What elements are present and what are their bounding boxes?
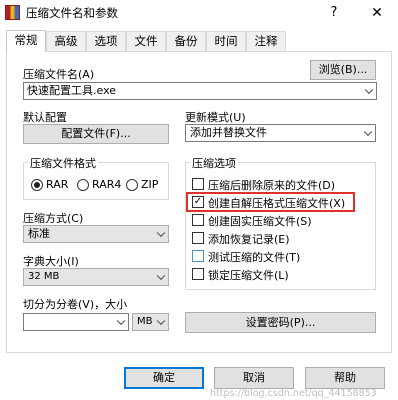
tab-time[interactable]: 时间 [206,31,246,51]
title-bar: 压缩文件名和参数 ? ✕ [0,0,398,26]
archive-format-title: 压缩文件格式 [28,155,98,171]
option-recovery-record-label: 添加恢复记录(E) [208,233,290,246]
update-mode-select[interactable]: 添加并替换文件 [185,124,376,142]
checkbox-icon [192,178,204,190]
option-create-sfx-label: 创建自解压格式压缩文件(X) [208,197,346,210]
split-volumes-label: 切分为分卷(V)，大小 [23,298,128,311]
archive-name-input[interactable]: 快速配置工具.exe [23,82,377,100]
option-create-sfx[interactable]: ✓ 创建自解压格式压缩文件(X) [192,195,354,210]
checkbox-icon [192,268,204,280]
option-lock-archive[interactable]: 锁定压缩文件(L) [192,267,372,282]
dictionary-size-select[interactable]: 32 MB [23,268,169,286]
set-password-button[interactable]: 设置密码(P)... [185,312,376,333]
option-solid-archive[interactable]: 创建固实压缩文件(S) [192,213,372,228]
dictionary-size-label: 字典大小(I) [23,255,79,268]
update-mode-value: 添加并替换文件 [190,126,267,139]
radio-zip[interactable]: ZIP [126,178,166,192]
ok-button[interactable]: 确定 [124,367,204,389]
tab-backup[interactable]: 备份 [166,31,206,51]
help-icon[interactable]: ? [324,4,344,22]
radio-rar4[interactable]: RAR4 [77,178,123,192]
option-test-files-label: 测试压缩的文件(T) [208,251,301,264]
option-recovery-record[interactable]: 添加恢复记录(E) [192,231,372,246]
checkbox-icon [192,232,204,244]
tab-files[interactable]: 文件 [126,31,166,51]
cancel-button[interactable]: 取消 [214,367,294,389]
update-mode-label: 更新模式(U) [185,111,246,124]
compression-method-select[interactable]: 标准 [23,225,169,243]
split-unit-select[interactable]: MB [132,313,169,331]
archive-name-value: 快速配置工具.exe [27,84,117,97]
compression-method-label: 压缩方式(C) [23,212,84,225]
close-icon[interactable]: ✕ [366,3,388,23]
dictionary-size-value: 32 MB [28,271,60,282]
default-profile-label: 默认配置 [23,111,67,124]
chevron-down-icon [156,228,166,238]
checkbox-icon [192,214,204,226]
check-icon: ✓ [192,196,204,208]
radio-selected-icon [31,179,43,191]
winrar-icon [5,5,20,20]
window-title: 压缩文件名和参数 [26,6,118,20]
radio-empty-icon [77,179,89,191]
split-size-input[interactable] [23,313,129,331]
checkbox-icon [192,250,204,262]
archiving-options-title: 压缩选项 [190,155,238,171]
option-delete-after-label: 压缩后删除原来的文件(D) [208,179,336,192]
chevron-down-icon [156,316,166,326]
chevron-down-icon [364,85,374,95]
split-unit-value: MB [137,316,153,327]
help-button[interactable]: 帮助 [305,367,385,389]
browse-button[interactable]: 浏览(B)... [310,60,376,80]
radio-zip-label: ZIP [141,178,159,191]
compression-method-value: 标准 [28,227,50,240]
option-test-files[interactable]: 测试压缩的文件(T) [192,249,372,264]
radio-rar4-label: RAR4 [92,178,122,191]
tab-advanced[interactable]: 高级 [46,31,86,51]
chevron-down-icon [116,316,126,326]
chevron-down-icon [156,271,166,281]
archive-name-label: 压缩文件名(A) [23,68,95,81]
tab-options[interactable]: 选项 [86,31,126,51]
option-solid-archive-label: 创建固实压缩文件(S) [208,215,312,228]
radio-rar-label: RAR [46,178,69,191]
profiles-button[interactable]: 配置文件(F)... [23,124,169,144]
option-lock-archive-label: 锁定压缩文件(L) [208,269,289,282]
chevron-down-icon [363,127,373,137]
watermark-text: https://blog.csdn.net/qq_44158853 [210,388,377,399]
radio-rar[interactable]: RAR [31,178,71,192]
tab-general[interactable]: 常规 [6,30,46,52]
option-delete-after[interactable]: 压缩后删除原来的文件(D) [192,177,372,192]
radio-empty-icon [126,179,138,191]
tab-comment[interactable]: 注释 [246,31,286,51]
